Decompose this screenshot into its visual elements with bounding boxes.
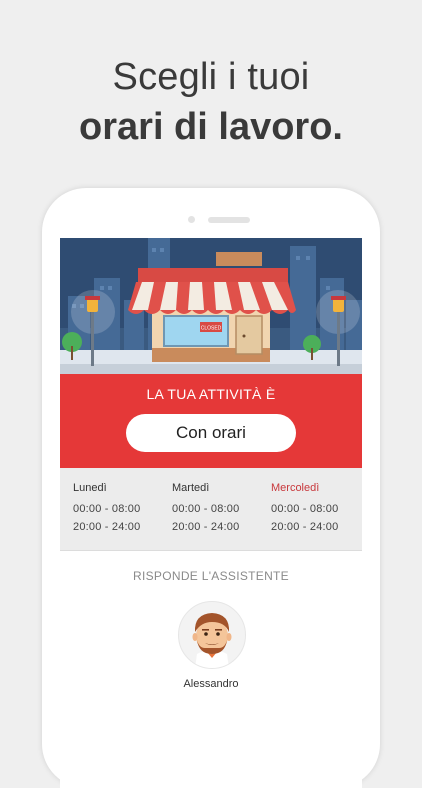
weekly-schedule: Lunedì 00:00 - 08:00 20:00 - 24:00 Marte… — [60, 468, 362, 551]
day-column-lunedi[interactable]: Lunedì 00:00 - 08:00 20:00 - 24:00 — [73, 482, 163, 539]
closed-sign-text: CLOSED — [201, 326, 222, 332]
day-column-martedi[interactable]: Martedì 00:00 - 08:00 20:00 - 24:00 — [172, 482, 262, 539]
headline-line2: orari di lavoro. — [79, 106, 343, 148]
phone-frame: CLOSED LA TUA ATTIVITÀ È Con orari Luned… — [42, 188, 380, 788]
assistant-name: Alessandro — [183, 678, 239, 690]
day-name-selected: Mercoledì — [271, 482, 320, 494]
activity-banner: LA TUA ATTIVITÀ È Con orari — [60, 374, 362, 468]
time-slot: 00:00 - 08:00 — [172, 503, 240, 515]
man-avatar-icon — [178, 601, 246, 669]
banner-title: LA TUA ATTIVITÀ È — [146, 386, 276, 402]
time-slot: 20:00 - 24:00 — [73, 521, 141, 533]
activity-mode-button[interactable]: Con orari — [126, 414, 296, 452]
time-slot: 20:00 - 24:00 — [271, 521, 339, 533]
assistant-section: RISPONDE L'ASSISTENTE Alessandro — [60, 551, 362, 788]
assistant-title: RISPONDE L'ASSISTENTE — [133, 569, 289, 583]
time-slot: 20:00 - 24:00 — [172, 521, 240, 533]
camera-dot — [188, 216, 195, 223]
time-slot: 00:00 - 08:00 — [73, 503, 141, 515]
day-name: Martedì — [172, 482, 210, 494]
day-name: Lunedì — [73, 482, 107, 494]
app-screen: CLOSED LA TUA ATTIVITÀ È Con orari Luned… — [60, 238, 362, 788]
shop-illustration: CLOSED — [60, 238, 362, 374]
time-slot: 00:00 - 08:00 — [271, 503, 339, 515]
day-column-mercoledi[interactable]: Mercoledì 00:00 - 08:00 20:00 - 24:00 — [271, 482, 361, 539]
headline-line1: Scegli i tuoi — [112, 56, 310, 98]
speaker-slot — [208, 217, 250, 223]
